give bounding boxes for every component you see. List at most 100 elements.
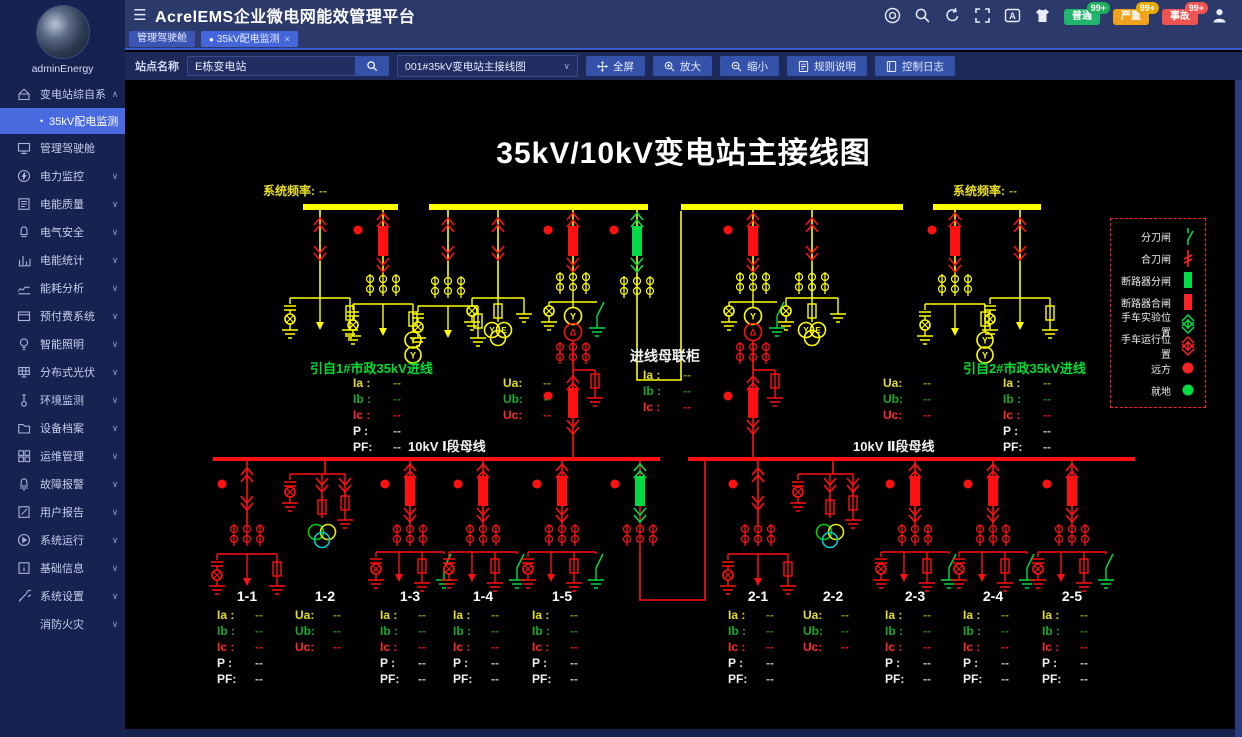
bus1-label: 10kV Ⅰ段母线 [408, 436, 486, 455]
power-icon [17, 169, 31, 183]
base-info-icon [17, 561, 31, 575]
tab-active-dot: ● [209, 35, 214, 44]
sidebar-item-7[interactable]: 预付费系统∨ [0, 302, 125, 330]
measure-row-pf: PF:-- [703, 672, 813, 688]
sidebar-item-4[interactable]: 电气安全∨ [0, 218, 125, 246]
alarm-major-badge[interactable]: 99+严重 [1113, 9, 1149, 25]
sidebar-item-11[interactable]: 设备档案∨ [0, 414, 125, 442]
measure-row-a: Ua:-- [883, 376, 931, 392]
measure-row-b: Ib :-- [1003, 392, 1051, 408]
user-profile[interactable]: adminEnergy [0, 0, 125, 72]
alarm-normal-count: 99+ [1087, 2, 1110, 14]
top-header-bar: ☰ AcrelEMS企业微电网能效管理平台 A 99+普通 99+严重 99+事… [125, 0, 1242, 30]
rules-button[interactable]: 规则说明 [787, 56, 867, 76]
sidebar-item-12[interactable]: 运维管理∨ [0, 442, 125, 470]
bullet-icon: • [40, 116, 43, 126]
measure-row-p: P :-- [1003, 424, 1051, 440]
sidebar-item-label: 运维管理 [40, 448, 105, 464]
sidebar-item-3[interactable]: 电能质量∨ [0, 190, 125, 218]
sidebar-item-label: 消防火灾 [40, 616, 105, 632]
sidebar-item-10[interactable]: 环境监测∨ [0, 386, 125, 414]
single-line-diagram-canvas[interactable]: YYYEYΔYΔYEYY 35kV/10kV变电站主接线图 系统频率:-- 系统… [125, 80, 1242, 729]
sidebar-item-0[interactable]: 变电站综自系统∧ [0, 80, 125, 108]
chevron-down-icon: ∨ [105, 535, 125, 546]
sidebar-menu: 变电站综自系统∧•35kV配电监测管理驾驶舱电力监控∨电能质量∨电气安全∨电能统… [0, 80, 125, 638]
sidebar-item-14[interactable]: 用户报告∨ [0, 498, 125, 526]
user-icon[interactable] [1211, 7, 1228, 24]
measure-row-p: P :-- [1017, 656, 1127, 672]
handcart-run-icon [1177, 335, 1199, 357]
sidebar-item-9[interactable]: 分布式光伏∨ [0, 358, 125, 386]
measure-row-a: Ia :-- [1003, 376, 1051, 392]
archive-icon [17, 421, 31, 435]
sidebar-item-label: 用户报告 [40, 504, 105, 520]
incoming-source-1-label: 引自1#市政35kV进线 [310, 358, 433, 377]
sidebar-item-1[interactable]: 管理驾驶舱 [0, 134, 125, 162]
sidebar-item-2[interactable]: 电力监控∨ [0, 162, 125, 190]
fullscreen-button[interactable]: 全屏 [586, 56, 645, 76]
alarm-accident-badge[interactable]: 99+事故 [1162, 9, 1198, 25]
alarm-accident-count: 99+ [1185, 2, 1208, 14]
translate-icon[interactable]: A [1004, 7, 1021, 24]
theme-icon[interactable] [1034, 7, 1051, 24]
sidebar-item-5[interactable]: 电能统计∨ [0, 246, 125, 274]
site-search-button[interactable] [355, 56, 389, 76]
tab-close-icon[interactable]: × [285, 34, 290, 44]
system-run-icon [17, 533, 31, 547]
measure-row-a: Ua:-- [503, 376, 551, 392]
chevron-down-icon: ∨ [105, 339, 125, 350]
measure-row-pf: PF:-- [1003, 440, 1051, 456]
feeder-block-1-5: 1-5Ia :--Ib :--Ic :--P :--PF:-- [507, 588, 617, 688]
at-icon[interactable] [884, 7, 901, 24]
site-search-input[interactable] [187, 56, 355, 76]
sidebar-item-17[interactable]: 系统设置∨ [0, 582, 125, 610]
chevron-down-icon: ∨ [105, 199, 125, 210]
alarm-normal-badge[interactable]: 99+普通 [1064, 9, 1100, 25]
sidebar-item-15[interactable]: 系统运行∨ [0, 526, 125, 554]
incoming-2-current-block: Ia :--Ib :--Ic :--P :--PF:-- [1003, 376, 1051, 456]
incoming-source-2-label: 引自2#市政35kV进线 [963, 358, 1086, 377]
sidebar-item-6[interactable]: 能耗分析∨ [0, 274, 125, 302]
prepay-icon [17, 309, 31, 323]
diagram-title: 35kV/10kV变电站主接线图 [125, 128, 1242, 172]
sidebar-item-label: 管理驾驶舱 [40, 140, 105, 156]
chevron-down-icon: ∨ [105, 171, 125, 182]
avatar[interactable] [36, 5, 90, 59]
refresh-icon[interactable] [944, 7, 961, 24]
chevron-down-icon: ∨ [105, 423, 125, 434]
svg-text:Y: Y [489, 326, 495, 335]
svg-text:A: A [1009, 11, 1016, 21]
environment-icon [17, 393, 31, 407]
sidebar-item-18[interactable]: 消防火灾∨ [0, 610, 125, 638]
measure-row-b: Ub:-- [503, 392, 551, 408]
scrollbar[interactable] [1235, 80, 1242, 737]
measure-row-p: P :-- [703, 656, 813, 672]
svg-text:Δ: Δ [750, 328, 757, 338]
zoom-out-button[interactable]: 缩小 [720, 56, 779, 76]
tab-35kv-monitoring[interactable]: ●35kV配电监测× [201, 31, 298, 47]
sidebar-subitem-35kv-monitoring[interactable]: •35kV配电监测 [0, 108, 125, 134]
alarm-icon [17, 477, 31, 491]
sidebar-item-label: 基础信息 [40, 560, 105, 576]
sidebar-item-16[interactable]: 基础信息∨ [0, 554, 125, 582]
tab-strip: 管理驾驶舱 ●35kV配电监测× [125, 30, 1242, 50]
knife-open-icon [1177, 225, 1199, 247]
measure-row-a: Ia :-- [353, 376, 401, 392]
diagram-select-dropdown[interactable]: 001#35kV变电站主接线图∨ [397, 55, 578, 77]
svg-text:Y: Y [982, 336, 988, 346]
legend-row: 合刀闸 [1113, 247, 1199, 269]
measure-row-c: Ic :-- [1003, 408, 1051, 424]
search-icon[interactable] [914, 7, 931, 24]
sidebar-item-13[interactable]: 故障报警∨ [0, 470, 125, 498]
hamburger-menu-icon[interactable]: ☰ [125, 6, 155, 24]
sidebar-item-8[interactable]: 智能照明∨ [0, 330, 125, 358]
chevron-down-icon: ∨ [105, 591, 125, 602]
tab-dashboard[interactable]: 管理驾驶舱 [129, 31, 195, 47]
zoom-in-button[interactable]: 放大 [653, 56, 712, 76]
acrel-ems-app: adminEnergy 变电站综自系统∧•35kV配电监测管理驾驶舱电力监控∨电… [0, 0, 1242, 737]
legend-row: 断路器分闸 [1113, 269, 1199, 291]
fullscreen-icon[interactable] [974, 7, 991, 24]
incoming-1-current-block: Ia :--Ib :--Ic :--P :--PF:-- [353, 376, 401, 456]
control-log-button[interactable]: 控制日志 [875, 56, 955, 76]
legend-row: 手车运行位置 [1113, 335, 1199, 357]
